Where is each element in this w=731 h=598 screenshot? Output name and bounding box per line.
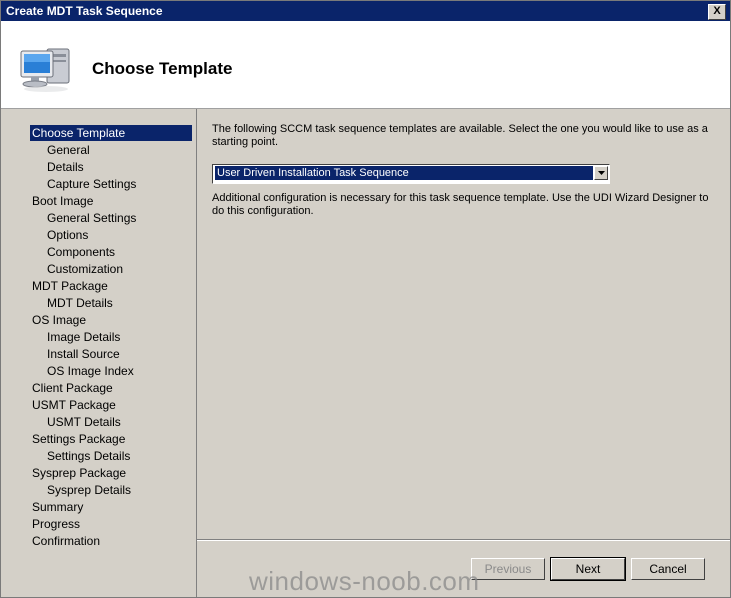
nav-item-install-source[interactable]: Install Source	[47, 346, 120, 362]
nav-item-summary[interactable]: Summary	[30, 499, 192, 515]
nav-item-customization[interactable]: Customization	[47, 261, 123, 277]
nav-item-capture-settings[interactable]: Capture Settings	[47, 176, 136, 192]
dropdown-arrow-icon[interactable]	[594, 166, 608, 180]
watermark-text: windows-noob.com	[249, 566, 480, 596]
nav-item-mdt-details[interactable]: MDT Details	[47, 295, 113, 311]
nav-item-os-image[interactable]: OS Image	[30, 312, 192, 328]
nav-item-usmt-package[interactable]: USMT Package	[30, 397, 192, 413]
content-panel: The following SCCM task sequence templat…	[197, 109, 730, 541]
footer-divider	[197, 539, 730, 541]
template-select-value: User Driven Installation Task Sequence	[215, 166, 593, 180]
cancel-button[interactable]: Cancel	[631, 558, 705, 580]
wizard-window: Create MDT Task Sequence X Choose Templa…	[0, 0, 731, 598]
nav-item-progress[interactable]: Progress	[30, 516, 192, 532]
wizard-steps-nav: Choose Template General Details Capture …	[5, 109, 197, 597]
title-bar[interactable]: Create MDT Task Sequence X	[1, 1, 730, 21]
window-title: Create MDT Task Sequence	[6, 4, 163, 18]
nav-item-os-image-index[interactable]: OS Image Index	[47, 363, 134, 379]
nav-item-boot-image[interactable]: Boot Image	[30, 193, 192, 209]
nav-item-mdt-package[interactable]: MDT Package	[30, 278, 192, 294]
close-button[interactable]: X	[708, 4, 726, 20]
template-select[interactable]: User Driven Installation Task Sequence	[212, 164, 610, 184]
nav-item-image-details[interactable]: Image Details	[47, 329, 120, 345]
wizard-header: Choose Template	[1, 21, 730, 109]
nav-item-client-package[interactable]: Client Package	[30, 380, 192, 396]
nav-item-usmt-details[interactable]: USMT Details	[47, 414, 121, 430]
nav-item-components[interactable]: Components	[47, 244, 115, 260]
computer-icon	[17, 43, 73, 93]
nav-item-general[interactable]: General	[47, 142, 90, 158]
page-title: Choose Template	[92, 59, 233, 78]
nav-item-choose-template[interactable]: Choose Template	[30, 125, 192, 141]
nav-item-settings-details[interactable]: Settings Details	[47, 448, 130, 464]
nav-item-confirmation[interactable]: Confirmation	[30, 533, 192, 549]
nav-item-sysprep-details[interactable]: Sysprep Details	[47, 482, 131, 498]
intro-text: The following SCCM task sequence templat…	[212, 123, 708, 148]
nav-item-settings-package[interactable]: Settings Package	[30, 431, 192, 447]
nav-item-general-settings[interactable]: General Settings	[47, 210, 136, 226]
nav-item-options[interactable]: Options	[47, 227, 88, 243]
config-note-text: Additional configuration is necessary fo…	[212, 192, 709, 217]
nav-item-sysprep-package[interactable]: Sysprep Package	[30, 465, 192, 481]
next-button[interactable]: Next	[550, 557, 626, 581]
nav-item-details[interactable]: Details	[47, 159, 84, 175]
previous-button[interactable]: Previous	[471, 558, 545, 580]
